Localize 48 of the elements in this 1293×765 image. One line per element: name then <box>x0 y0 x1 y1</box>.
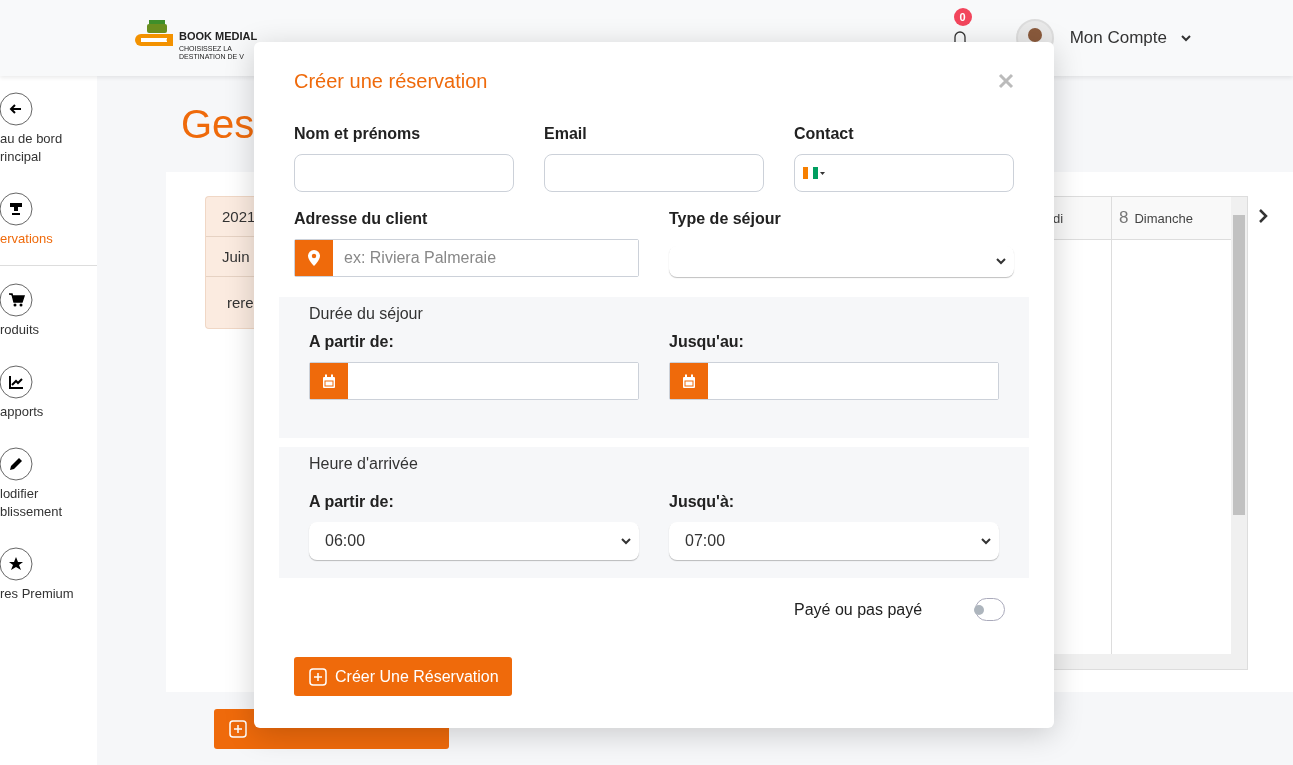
field-label: Contact <box>794 125 855 143</box>
date-field[interactable] <box>669 362 999 400</box>
calendar-cell-text: rere <box>226 293 255 313</box>
section-heading: Heure d'arrivée <box>309 455 419 473</box>
sidebar-item[interactable]: au de bord rincipal <box>0 92 97 192</box>
field-label: Email <box>544 125 588 143</box>
text-field[interactable] <box>544 154 764 192</box>
field-label: Adresse du client <box>294 210 429 228</box>
sidebar-item[interactable]: res Premium <box>0 547 97 629</box>
field-label: Jusqu'au: <box>669 333 745 351</box>
caret-icon <box>1181 34 1191 42</box>
vertical-scrollbar[interactable] <box>1231 197 1247 669</box>
time-select[interactable]: 06:00 <box>309 522 639 560</box>
date-field[interactable] <box>309 362 639 400</box>
flag-icon[interactable] <box>803 167 825 179</box>
field-label: A partir de: <box>309 493 395 511</box>
text-field[interactable] <box>294 154 514 192</box>
page-title: Ges <box>181 101 255 148</box>
sidebar-item[interactable]: apports <box>0 365 97 447</box>
sidebar-item[interactable]: roduits <box>0 283 97 365</box>
close-icon[interactable] <box>998 73 1014 89</box>
address-field[interactable]: ex: Riviera Palmeraie <box>294 239 639 277</box>
sidebar-item[interactable]: lodifier blissement <box>0 447 97 547</box>
chevron-icon <box>621 537 631 545</box>
day-header: 8 Dimanche <box>1118 207 1194 229</box>
logo-title: BOOK MEDIAL <box>179 30 258 42</box>
plus-square-icon <box>229 720 247 738</box>
toggle-label: Payé ou pas payé <box>794 600 924 619</box>
time-select[interactable]: 07:00 <box>669 522 999 560</box>
field-label: A partir de: <box>309 333 395 351</box>
chevron-icon <box>996 258 1006 265</box>
field-label: Type de séjour <box>669 210 782 228</box>
dialog-title: Créer une réservation <box>294 69 488 93</box>
phone-field[interactable] <box>794 154 1014 192</box>
field-label: Jusqu'à: <box>669 493 736 511</box>
notification-badge: 0 <box>953 8 972 26</box>
paid-toggle[interactable] <box>975 598 1005 621</box>
plus-square-icon <box>309 667 327 686</box>
calendar-button[interactable] <box>670 363 708 399</box>
account-menu[interactable]: Mon Compte <box>1069 28 1167 48</box>
calendar-button[interactable] <box>310 363 348 399</box>
section-heading: Durée du séjour <box>309 305 424 323</box>
calendar-icon <box>322 373 336 389</box>
calendar-icon <box>682 373 696 389</box>
map-pin-icon <box>308 250 320 266</box>
horizontal-scrollbar[interactable] <box>1053 654 1231 669</box>
chevron-icon <box>981 537 991 545</box>
field-label: Nom et prénoms <box>294 125 422 143</box>
